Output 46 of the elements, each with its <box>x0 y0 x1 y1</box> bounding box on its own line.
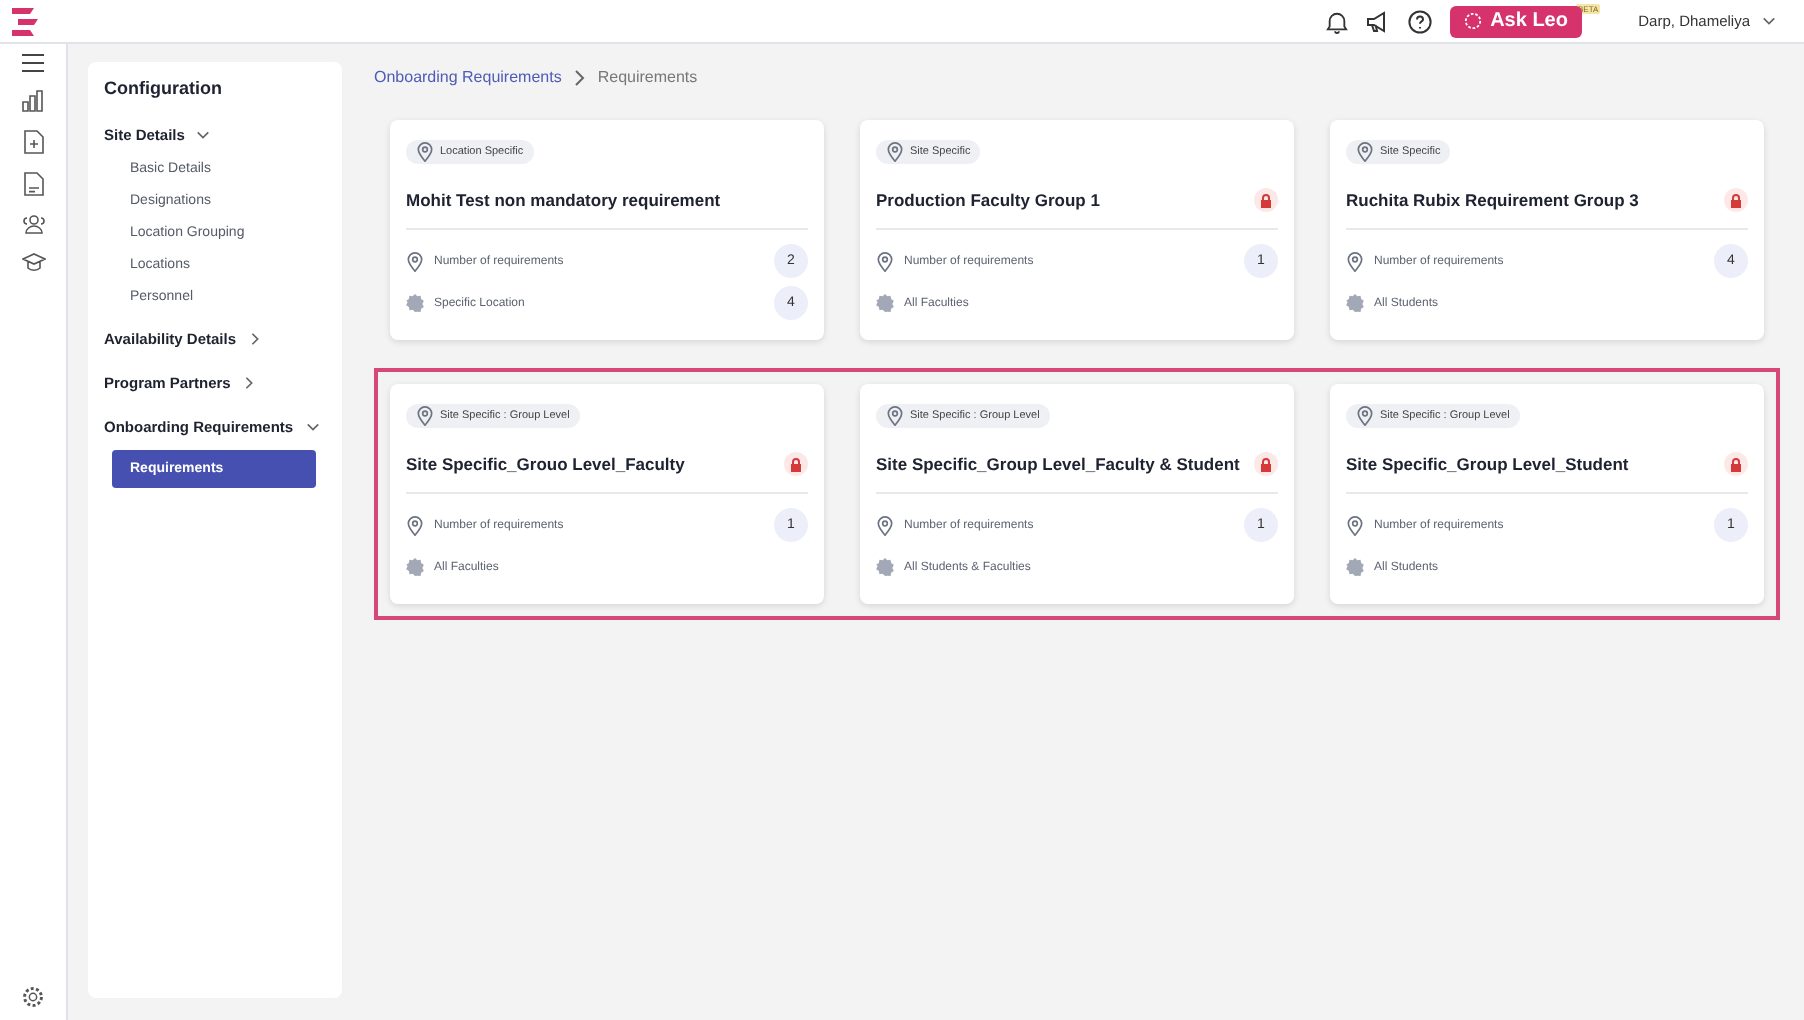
location-pin-icon <box>876 515 894 535</box>
tag-pin-icon <box>1356 406 1374 426</box>
card-title: Production Faculty Group 1 <box>876 190 1100 210</box>
tag-pin-icon <box>416 142 434 162</box>
card-title: Site Specific_Group Level_Faculty & Student <box>876 454 1240 474</box>
sidebar-title: Configuration <box>104 78 224 98</box>
tag-pin-icon <box>886 142 904 162</box>
location-pin-icon <box>1346 515 1364 535</box>
card-title: Mohit Test non mandatory requirement <box>406 190 721 210</box>
badge-icon <box>406 294 424 312</box>
megaphone-icon[interactable] <box>1366 9 1391 33</box>
breadcrumb-current: Requirements <box>597 68 698 86</box>
location-pin-icon <box>406 251 424 271</box>
card-title: Site Specific_Grouo Level_Faculty <box>406 454 685 474</box>
chevron-down-icon <box>196 128 211 142</box>
tag-pin-icon <box>886 406 904 426</box>
chevron-right-icon <box>242 376 257 390</box>
card-title: Ruchita Rubix Requirement Group 3 <box>1346 190 1639 210</box>
badge-icon <box>1346 294 1364 312</box>
settings-icon[interactable] <box>22 986 44 1008</box>
card-title: Site Specific_Group Level_Student <box>1346 454 1629 474</box>
help-icon[interactable] <box>1408 9 1433 33</box>
chevron-right-icon <box>573 69 586 85</box>
badge-icon <box>406 558 424 576</box>
chevron-right-icon <box>248 332 262 346</box>
badge-icon <box>1346 558 1364 576</box>
ask-leo-button[interactable]: Ask Leo <box>1450 5 1582 37</box>
graduation-cap-icon[interactable] <box>21 252 45 272</box>
chevron-down-icon <box>305 420 320 434</box>
bar-chart-icon[interactable] <box>22 90 44 112</box>
menu-icon[interactable] <box>22 54 44 72</box>
people-icon[interactable] <box>21 214 45 234</box>
add-document-icon[interactable] <box>23 130 43 154</box>
badge-icon <box>876 294 894 312</box>
chevron-down-icon <box>1762 14 1776 28</box>
logo-icon <box>12 7 38 35</box>
tag-pin-icon <box>1356 142 1374 162</box>
badge-icon <box>876 558 894 576</box>
sparkle-icon <box>1464 12 1483 30</box>
location-pin-icon <box>406 515 424 535</box>
location-pin-icon <box>1346 251 1364 271</box>
tag-pin-icon <box>416 406 434 426</box>
bell-icon[interactable] <box>1326 9 1349 33</box>
document-icon[interactable] <box>23 172 43 196</box>
breadcrumb-link[interactable]: Onboarding Requirements <box>374 68 562 86</box>
location-pin-icon <box>876 251 894 271</box>
